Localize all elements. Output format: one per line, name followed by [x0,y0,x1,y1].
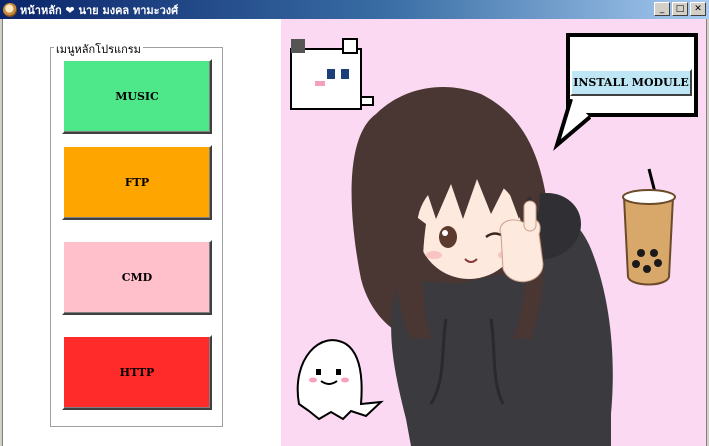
app-icon [3,2,17,17]
close-button[interactable]: ✕ [690,2,706,16]
music-button[interactable]: MUSIC [62,59,212,134]
cmd-button[interactable]: CMD [62,240,212,315]
window-title: หน้าหลัก ❤ นาย มงคล ทามะวงศ์ [20,3,179,17]
ftp-button[interactable]: FTP [62,145,212,220]
main-menu-legend: เมนูหลักโปรแกรม [54,40,143,58]
ghost-icon [296,339,384,421]
title-bar[interactable]: หน้าหลัก ❤ นาย มงคล ทามะวงศ์ _ □ ✕ [0,0,709,19]
bubble-tea-icon [622,168,676,286]
http-button[interactable]: HTTP [62,335,212,410]
speech-bubble-tail [553,99,591,151]
window-controls: _ □ ✕ [654,2,706,16]
minimize-button[interactable]: _ [654,2,670,16]
pixel-cat-icon [290,38,374,110]
client-area: เมนูหลักโปรแกรม MUSIC FTP CMD HTTP INSTA… [0,19,709,446]
install-module-button[interactable]: INSTALL MODULE [570,69,692,96]
window-frame-left [0,19,3,446]
maximize-button[interactable]: □ [672,2,688,16]
